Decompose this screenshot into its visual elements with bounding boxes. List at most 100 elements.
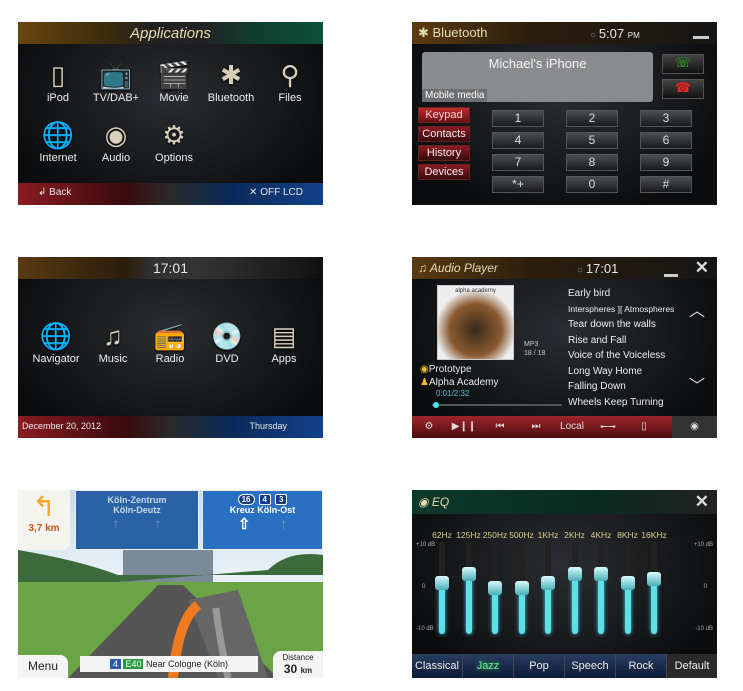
eq-slider-2KHz[interactable]: [567, 542, 582, 634]
preset-rock[interactable]: Rock: [616, 654, 667, 678]
keypad-key[interactable]: 6: [640, 132, 692, 149]
track-item[interactable]: Falling Down: [568, 381, 626, 392]
preset-jazz[interactable]: Jazz: [463, 654, 514, 678]
keypad-key[interactable]: 3: [640, 110, 692, 127]
eq-slider-4KHz[interactable]: [594, 542, 608, 634]
keypad-key[interactable]: #: [640, 176, 692, 193]
track-item[interactable]: Rise and Fall: [568, 335, 626, 346]
close-button[interactable]: ✕: [695, 258, 709, 278]
app-files[interactable]: ⚲ Files: [262, 58, 318, 104]
off-lcd-button[interactable]: ✕ OFF LCD: [249, 187, 303, 198]
home-radio[interactable]: 📻 Radio: [142, 319, 198, 365]
slider-knob[interactable]: [435, 576, 449, 591]
track-item[interactable]: Interspheres ][ Atmospheres: [568, 304, 674, 314]
home-music[interactable]: ♫ Music: [85, 319, 141, 365]
eq-slider-500Hz[interactable]: [514, 542, 529, 634]
track-item[interactable]: Wheels Keep Turning: [568, 397, 664, 408]
app-movie[interactable]: 🎬 Movie: [146, 58, 202, 104]
app-ipod[interactable]: ▯ iPod: [30, 58, 86, 104]
distance-value: 30 km: [283, 662, 313, 676]
progress-bar[interactable]: [432, 402, 562, 408]
keypad-key[interactable]: *+: [492, 176, 544, 193]
slider-knob[interactable]: [488, 581, 502, 595]
gear-icon: ⚙: [162, 120, 186, 150]
tab-devices[interactable]: Devices: [418, 164, 470, 180]
road-badge: 4: [109, 659, 121, 669]
eq-slider-8KHz[interactable]: [620, 542, 635, 634]
local-button[interactable]: Local: [554, 416, 590, 438]
sd-card-button[interactable]: ▯: [626, 416, 662, 438]
settings-button[interactable]: ⚙: [412, 416, 446, 438]
app-tvdab[interactable]: 📺 TV/DAB+: [88, 58, 144, 104]
eq-slider-62Hz[interactable]: [435, 542, 449, 634]
call-button[interactable]: ☏: [662, 54, 704, 74]
turn-distance: 3,7 km: [28, 523, 60, 534]
bluetooth-screen: ✱ Bluetooth ○ 5:07 PM Michael's iPhone M…: [412, 22, 717, 205]
tab-history[interactable]: History: [418, 145, 470, 161]
track-item[interactable]: Early bird: [568, 288, 610, 299]
preset-classical[interactable]: Classical: [412, 654, 463, 678]
keypad-key[interactable]: 1: [492, 110, 544, 127]
play-pause-button[interactable]: ▶❙❙: [446, 416, 482, 438]
slider-knob[interactable]: [461, 567, 476, 582]
minimize-button[interactable]: [664, 274, 678, 277]
progress-knob[interactable]: [433, 402, 440, 408]
keypad-key[interactable]: 0: [566, 176, 618, 193]
usb-button[interactable]: ⭠⭢: [590, 416, 626, 438]
close-button[interactable]: ✕: [695, 492, 709, 512]
track-item[interactable]: Voice of the Voiceless: [568, 350, 665, 361]
keypad-key[interactable]: 7: [492, 154, 544, 171]
menu-button[interactable]: Menu: [18, 655, 68, 678]
keypad-key[interactable]: 4: [492, 132, 544, 149]
slider-knob[interactable]: [514, 581, 529, 595]
minimize-button[interactable]: [693, 36, 709, 39]
slider-knob[interactable]: [541, 576, 555, 591]
clock: 17:01: [152, 260, 189, 276]
tab-keypad[interactable]: Keypad: [418, 107, 470, 123]
track-item[interactable]: Tear down the walls: [568, 319, 656, 330]
hangup-button[interactable]: ☎: [662, 79, 704, 99]
scroll-up-button[interactable]: ︿: [689, 297, 705, 321]
eq-slider-16KHz[interactable]: [647, 542, 661, 634]
sign-right: 16 4 3 Kreuz Köln-Ost ⇧ ↑: [202, 490, 323, 550]
screen-title: ♫ Audio Player: [418, 261, 498, 275]
eq-slider-1KHz[interactable]: [541, 542, 555, 634]
weekday: Thursday: [249, 421, 287, 431]
footer: ↲ Back ✕ OFF LCD: [18, 183, 323, 205]
preset-speech[interactable]: Speech: [565, 654, 616, 678]
eq-slider-250Hz[interactable]: [488, 542, 502, 634]
keypad-key[interactable]: 2: [566, 110, 618, 127]
keypad-key[interactable]: 8: [566, 154, 618, 171]
home-apps[interactable]: ▤ Apps: [256, 319, 312, 365]
clapperboard-icon: 🎬: [157, 60, 191, 90]
distance-box: Distance 30 km: [273, 651, 323, 678]
slider-knob[interactable]: [620, 576, 635, 591]
slider-knob[interactable]: [594, 567, 608, 582]
home-dvd[interactable]: 💿 DVD: [199, 319, 255, 365]
previous-button[interactable]: ⏮: [482, 416, 518, 438]
back-button[interactable]: ↲ Back: [38, 187, 71, 198]
app-options[interactable]: ⚙ Options: [146, 118, 202, 164]
tab-contacts[interactable]: Contacts: [418, 126, 470, 142]
keypad-key[interactable]: 9: [640, 154, 692, 171]
globe-icon: 🌐: [39, 321, 73, 351]
files-icon: ⚲: [280, 60, 300, 90]
next-button[interactable]: ⏭: [518, 416, 554, 438]
app-internet[interactable]: 🌐 Internet: [30, 118, 86, 164]
eq-slider-125Hz[interactable]: [461, 542, 476, 634]
scale-label: -10 dB: [695, 626, 713, 632]
keypad-key[interactable]: 5: [566, 132, 618, 149]
slider-knob[interactable]: [647, 571, 661, 586]
app-bluetooth[interactable]: ✱ Bluetooth: [203, 58, 259, 104]
default-button[interactable]: Default: [667, 654, 717, 678]
bluetooth-icon: ✱: [418, 25, 433, 40]
home-navigator[interactable]: 🌐 Navigator: [28, 319, 84, 365]
previous-icon: ⏮: [495, 421, 505, 432]
slider-knob[interactable]: [567, 567, 582, 582]
audio-settings-button[interactable]: ◉: [672, 416, 717, 438]
scroll-down-button[interactable]: ﹀: [689, 372, 705, 396]
band-label: 125Hz: [456, 530, 481, 540]
track-item[interactable]: Long Way Home: [568, 366, 642, 377]
app-audio[interactable]: ◉ Audio: [88, 118, 144, 164]
preset-pop[interactable]: Pop: [514, 654, 565, 678]
